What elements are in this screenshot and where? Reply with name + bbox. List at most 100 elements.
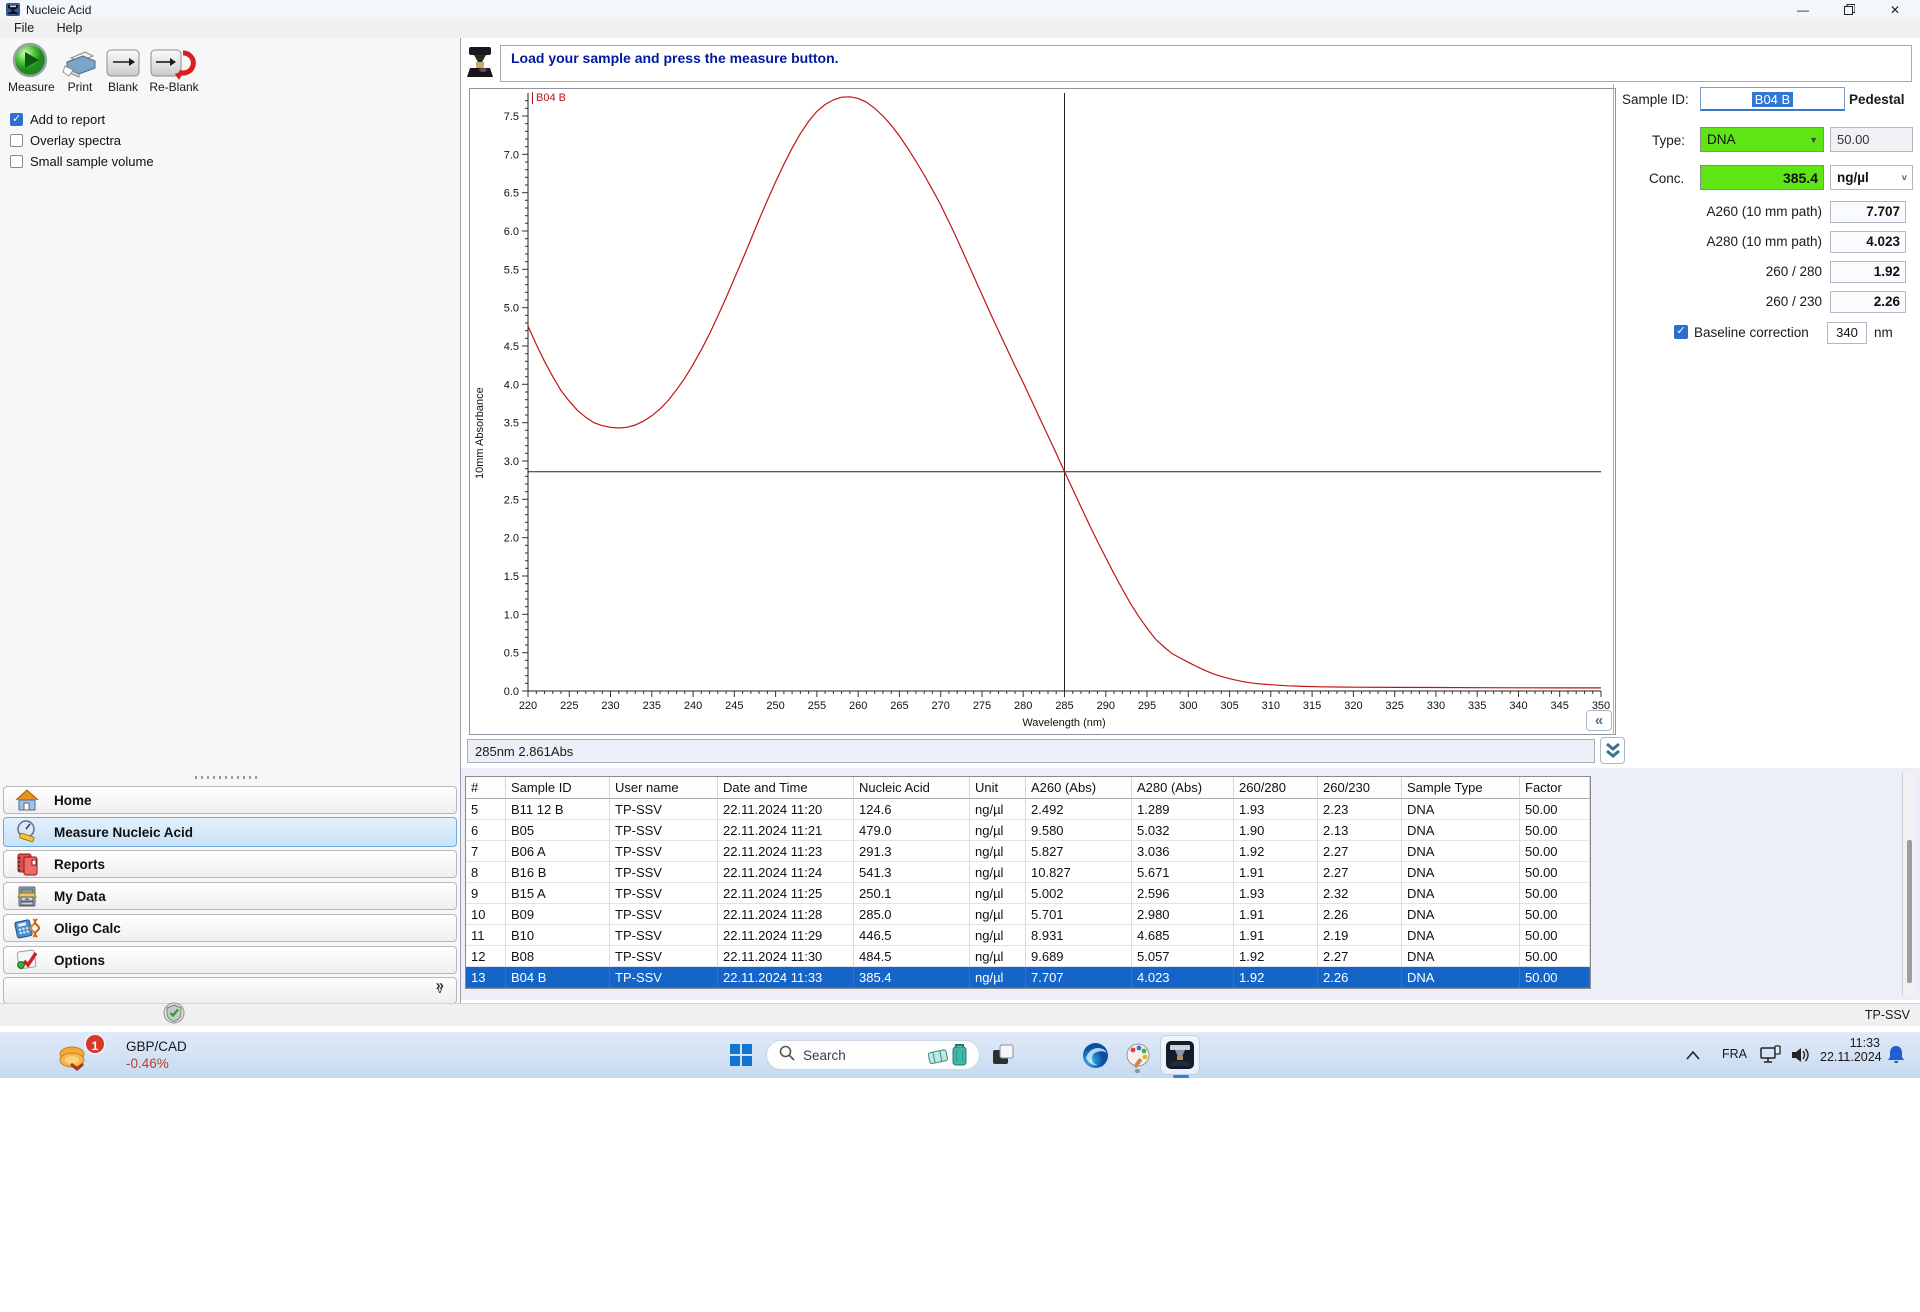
table-cell: 446.5 — [854, 925, 970, 946]
sidebar-item-options[interactable]: Options — [3, 946, 457, 974]
tray-date: 22.11.2024 — [1820, 1050, 1880, 1064]
table-row[interactable]: 10B09TP-SSV22.11.2024 11:28285.0ng/µl5.7… — [466, 904, 1590, 925]
column-header[interactable]: User name — [610, 777, 718, 799]
table-cell: 2.27 — [1318, 841, 1402, 862]
sidebar-item-reports[interactable]: Reports — [3, 850, 457, 878]
checkbox-overlay-spectra[interactable]: Overlay spectra — [10, 133, 121, 148]
overflow-chevron-button[interactable]: »˅ — [436, 979, 444, 994]
table-cell: 50.00 — [1520, 883, 1590, 904]
table-cell: 5.002 — [1026, 883, 1132, 904]
checkbox-add-to-report[interactable]: Add to report — [10, 112, 105, 127]
table-scrollbar[interactable] — [1902, 772, 1916, 996]
column-header[interactable]: Sample ID — [506, 777, 610, 799]
baseline-wavelength-input[interactable]: 340 — [1827, 322, 1867, 344]
ratio-260-280-label: 260 / 280 — [1616, 264, 1822, 279]
security-shield-icon — [162, 1001, 186, 1030]
trend-down-icon — [70, 1060, 84, 1078]
column-header[interactable]: Sample Type — [1402, 777, 1520, 799]
table-cell: 1.91 — [1234, 925, 1318, 946]
edge-browser-icon[interactable] — [1080, 1041, 1110, 1069]
type-select[interactable]: DNA ▼ — [1700, 127, 1824, 152]
table-row[interactable]: 11B10TP-SSV22.11.2024 11:29446.5ng/µl8.9… — [466, 925, 1590, 946]
paint-app-icon[interactable] — [1122, 1040, 1154, 1070]
column-header[interactable]: Unit — [970, 777, 1026, 799]
column-header[interactable]: 260/280 — [1234, 777, 1318, 799]
column-header[interactable]: Date and Time — [718, 777, 854, 799]
window-close-button[interactable]: ✕ — [1878, 0, 1912, 19]
table-cell: 50.00 — [1520, 904, 1590, 925]
menu-item-help[interactable]: Help — [48, 19, 92, 37]
column-header[interactable]: A280 (Abs) — [1132, 777, 1234, 799]
search-highlight-travel-icon — [927, 1043, 971, 1067]
table-row[interactable]: 9B15 ATP-SSV22.11.2024 11:25250.1ng/µl5.… — [466, 883, 1590, 904]
expand-table-button[interactable] — [1600, 737, 1625, 764]
active-app-taskbar-button[interactable] — [1160, 1035, 1200, 1075]
table-row[interactable]: 5B11 12 BTP-SSV22.11.2024 11:20124.6ng/µ… — [466, 799, 1590, 820]
table-cell: B05 — [506, 820, 610, 841]
checkbox-box — [10, 134, 23, 147]
table-cell: B10 — [506, 925, 610, 946]
column-header[interactable]: Nucleic Acid — [854, 777, 970, 799]
a260-label: A260 (10 mm path) — [1616, 204, 1822, 219]
taskbar: 1 GBP/CAD -0.46% Search — [0, 1032, 1920, 1078]
svg-text:265: 265 — [890, 700, 908, 712]
checkbox-small-sample-volume[interactable]: Small sample volume — [10, 154, 154, 169]
sidebar-item-measure-nucleic-acid[interactable]: Measure Nucleic Acid — [3, 817, 457, 847]
sidebar-item-oligo-calc[interactable]: Oligo Calc — [3, 914, 457, 942]
reblank-button[interactable]: Re-Blank — [146, 46, 202, 94]
task-view-button[interactable] — [988, 1041, 1018, 1069]
column-header[interactable]: 260/230 — [1318, 777, 1402, 799]
table-zone: #Sample IDUser nameDate and TimeNucleic … — [461, 768, 1920, 1000]
table-cell: 2.26 — [1318, 967, 1402, 988]
table-row[interactable]: 6B05TP-SSV22.11.2024 11:21479.0ng/µl9.58… — [466, 820, 1590, 841]
measure-button[interactable]: Measure — [8, 42, 52, 94]
measure-icon — [14, 819, 40, 845]
table-cell: B11 12 B — [506, 799, 610, 820]
column-header[interactable]: Factor — [1520, 777, 1590, 799]
type-label: Type: — [1652, 133, 1685, 148]
baseline-correction-label: Baseline correction — [1694, 325, 1809, 340]
active-indicator — [1173, 1075, 1189, 1078]
menu-item-file[interactable]: File — [5, 19, 43, 37]
search-box[interactable]: Search — [766, 1040, 980, 1070]
taskbar-widget[interactable]: 1 GBP/CAD -0.46% — [48, 1034, 278, 1076]
svg-text:250: 250 — [766, 700, 784, 712]
collapse-panel-button[interactable]: « — [1586, 710, 1612, 731]
table-row[interactable]: 8B16 BTP-SSV22.11.2024 11:24541.3ng/µl10… — [466, 862, 1590, 883]
window-minimize-button[interactable]: — — [1786, 0, 1820, 19]
tray-chevron-icon[interactable] — [1682, 1046, 1704, 1064]
table-cell: 5.671 — [1132, 862, 1234, 883]
x-axis-label: Wavelength (nm) — [1014, 717, 1114, 729]
notification-bell-icon[interactable] — [1884, 1044, 1908, 1066]
volume-icon[interactable] — [1788, 1044, 1812, 1066]
column-header[interactable]: A260 (Abs) — [1026, 777, 1132, 799]
start-button[interactable] — [726, 1041, 756, 1069]
blank-button[interactable]: Blank — [102, 46, 144, 94]
table-cell: ng/µl — [970, 946, 1026, 967]
printer-icon — [58, 46, 102, 80]
sample-id-input[interactable]: B04 B — [1700, 87, 1845, 111]
table-row[interactable]: 12B08TP-SSV22.11.2024 11:30484.5ng/µl9.6… — [466, 946, 1590, 967]
table-cell: 1.93 — [1234, 883, 1318, 904]
spectrum-plot[interactable]: 2202252302352402452502552602652702752802… — [470, 89, 1615, 734]
svg-text:235: 235 — [643, 700, 661, 712]
table-row[interactable]: 13B04 BTP-SSV22.11.2024 11:33385.4ng/µl7… — [466, 967, 1590, 988]
factor-field: 50.00 — [1830, 127, 1913, 152]
table-scrollbar-thumb[interactable] — [1907, 840, 1912, 983]
svg-text:4.0: 4.0 — [504, 379, 519, 391]
baseline-correction-checkbox[interactable]: ✓ — [1674, 325, 1688, 339]
sidebar-item-my-data[interactable]: My Data — [3, 882, 457, 910]
clock[interactable]: 11:33 22.11.2024 — [1820, 1036, 1880, 1064]
panel-splitter-handle[interactable] — [195, 776, 261, 779]
table-row[interactable]: 7B06 ATP-SSV22.11.2024 11:23291.3ng/µl5.… — [466, 841, 1590, 862]
window-restore-button[interactable] — [1832, 0, 1866, 19]
svg-text:3.0: 3.0 — [504, 456, 519, 468]
table-cell: ng/µl — [970, 841, 1026, 862]
language-indicator[interactable]: FRA — [1722, 1047, 1747, 1061]
print-button[interactable]: Print — [58, 46, 102, 94]
column-header[interactable]: # — [466, 777, 506, 799]
svg-text:315: 315 — [1303, 700, 1321, 712]
sidebar-item-home[interactable]: Home — [3, 786, 457, 814]
network-icon[interactable] — [1758, 1044, 1784, 1066]
unit-select[interactable]: ng/µl ˅ — [1830, 165, 1913, 190]
